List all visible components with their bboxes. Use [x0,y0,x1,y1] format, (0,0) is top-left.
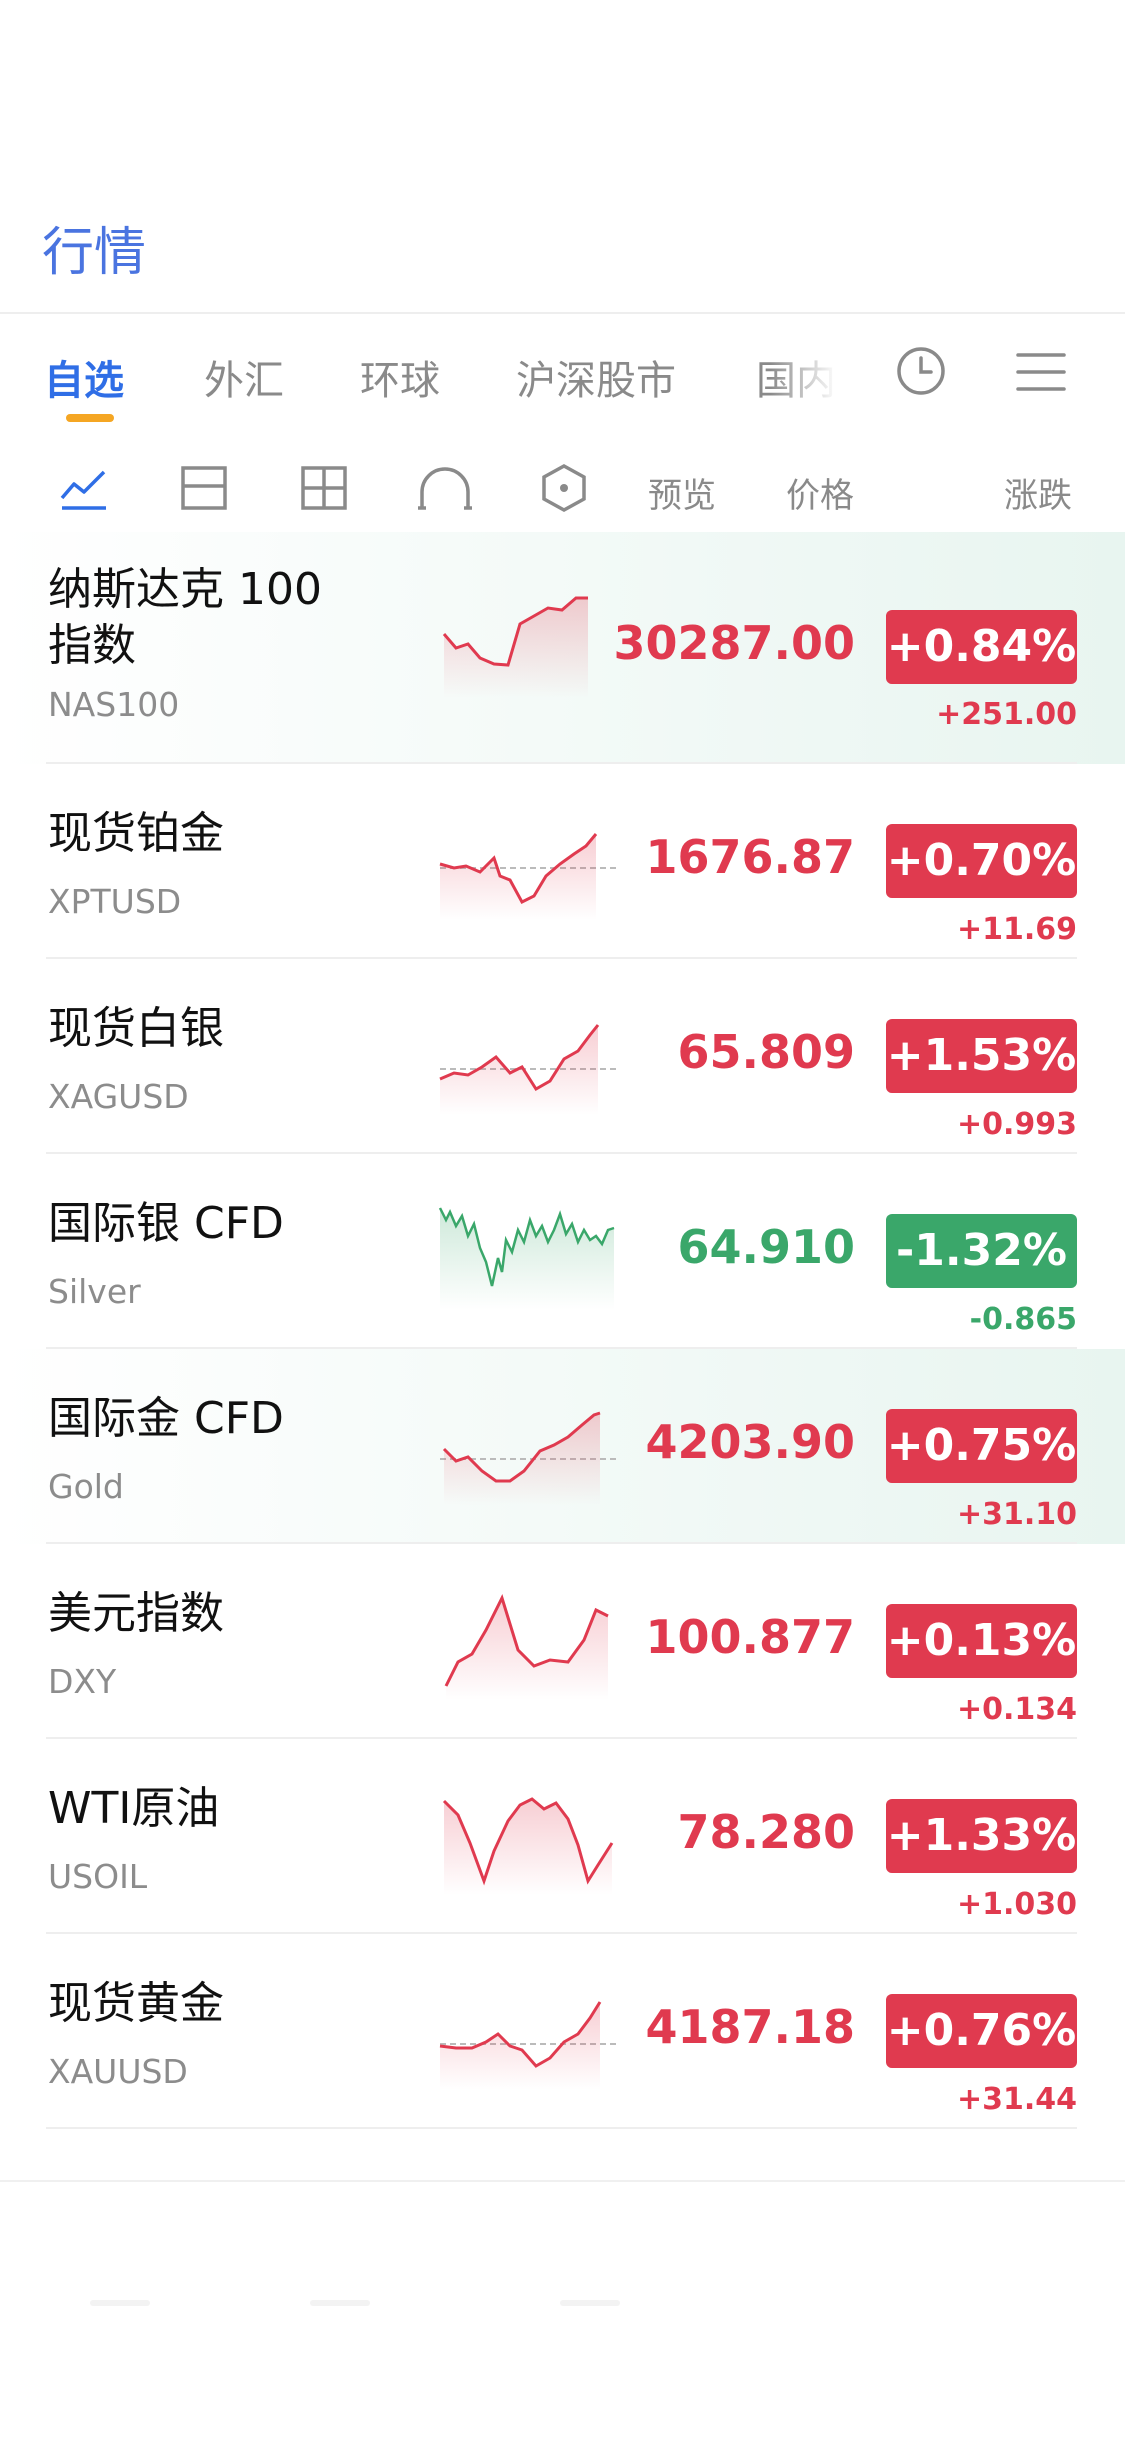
sparkline [439,1024,616,1115]
quote-code: NAS100 [48,685,180,724]
tab-a-shares[interactable]: 沪深股市 [516,348,676,406]
header: 行情 [0,0,1125,314]
quote-name: 国际银 CFD [48,1198,284,1249]
quote-price: 64.910 [677,1220,855,1274]
tab-global[interactable]: 环球 [360,348,440,406]
line-chart-icon[interactable] [58,462,110,514]
sparkline [442,596,588,698]
percent-change-badge[interactable]: +0.75% [886,1409,1077,1483]
sparkline [438,1207,615,1310]
active-tab-indicator [66,414,114,422]
quote-price: 78.280 [677,1805,855,1859]
quote-code: DXY [48,1662,117,1701]
bottom-nav-placeholder [310,2300,370,2306]
bottom-nav-placeholder [90,2300,150,2306]
quote-code: Gold [48,1467,124,1506]
quote-change: +31.44 [956,2082,1077,2117]
quote-change: +11.69 [956,912,1077,947]
quote-name: 国际金 CFD [48,1393,284,1444]
sparkline [442,1797,614,1895]
price-column-header[interactable]: 价格 [786,468,854,517]
quote-row-xagusd[interactable]: 现货白银 XAGUSD 65.809 +1.53% +0.993 [0,959,1125,1154]
arc-icon[interactable] [416,462,474,514]
preview-column-header[interactable]: 预览 [648,468,716,517]
sparkline [440,1411,616,1505]
quote-price: 4187.18 [645,2000,855,2054]
quote-name: 纳斯达克 100 指数 [48,564,322,671]
row-divider [46,2127,1077,2129]
quote-change: +31.10 [956,1497,1077,1532]
quote-code: XAGUSD [48,1077,189,1116]
sparkline [444,1593,609,1700]
percent-change-badge[interactable]: +0.84% [886,610,1077,684]
menu-icon[interactable] [1016,350,1066,394]
quote-row-xptusd[interactable]: 现货铂金 XPTUSD 1676.87 +0.70% +11.69 [0,764,1125,959]
tab-watchlist[interactable]: 自选 [44,348,124,406]
sparkline [439,2001,616,2090]
percent-change-badge[interactable]: +0.70% [886,824,1077,898]
page-title: 行情 [42,223,147,283]
quote-code: XPTUSD [48,882,182,921]
clock-icon[interactable] [895,345,947,397]
quote-code: USOIL [48,1857,148,1896]
quote-change: +251.00 [936,697,1077,732]
quote-price: 4203.90 [645,1415,855,1469]
quote-change: +1.030 [956,1887,1077,1922]
view-toolbar [0,450,1125,530]
quote-name: 现货铂金 [48,808,224,859]
quote-row-xauusd[interactable]: 现货黄金 XAUUSD 4187.18 +0.76% +31.44 [0,1934,1125,2129]
percent-change-badge[interactable]: -1.32% [886,1214,1077,1288]
quote-name: WTI原油 [48,1783,220,1834]
quote-change: +0.134 [956,1692,1077,1727]
quote-row-usoil[interactable]: WTI原油 USOIL 78.280 +1.33% +1.030 [0,1739,1125,1934]
quote-row-gold-cfd[interactable]: 国际金 CFD Gold 4203.90 +0.75% +31.10 [0,1349,1125,1544]
quote-row-nas100[interactable]: 纳斯达克 100 指数 NAS100 30287.00 +0.84% +251.… [0,532,1125,764]
tab-fade [770,340,866,410]
single-panel-icon[interactable] [178,462,230,514]
quote-price: 100.877 [645,1610,855,1664]
percent-change-badge[interactable]: +0.76% [886,1994,1077,2068]
bottom-area [0,2180,1125,2438]
bottom-nav-placeholder [560,2300,620,2306]
quote-price: 65.809 [677,1025,855,1079]
hexagon-icon[interactable] [538,462,590,514]
sparkline [439,833,616,920]
percent-change-badge[interactable]: +1.53% [886,1019,1077,1093]
quote-name: 现货黄金 [48,1978,224,2029]
quote-change: +0.993 [956,1107,1077,1142]
quote-name: 现货白银 [48,1003,224,1054]
tab-bar: 自选 外汇 环球 沪深股市 国内 [0,312,1125,432]
change-column-header[interactable]: 涨跌 [1004,468,1072,517]
tab-forex[interactable]: 外汇 [204,348,284,406]
percent-change-badge[interactable]: +1.33% [886,1799,1077,1873]
percent-change-badge[interactable]: +0.13% [886,1604,1077,1678]
quote-row-silver[interactable]: 国际银 CFD Silver 64.910 -1.32% -0.865 [0,1154,1125,1349]
quote-name: 美元指数 [48,1588,224,1639]
quote-price: 1676.87 [645,830,855,884]
quote-price: 30287.00 [613,616,855,670]
quote-change: -0.865 [969,1302,1077,1337]
grid-panel-icon[interactable] [298,462,350,514]
quote-row-dxy[interactable]: 美元指数 DXY 100.877 +0.13% +0.134 [0,1544,1125,1739]
quote-code: Silver [48,1272,141,1311]
quote-code: XAUUSD [48,2052,188,2091]
